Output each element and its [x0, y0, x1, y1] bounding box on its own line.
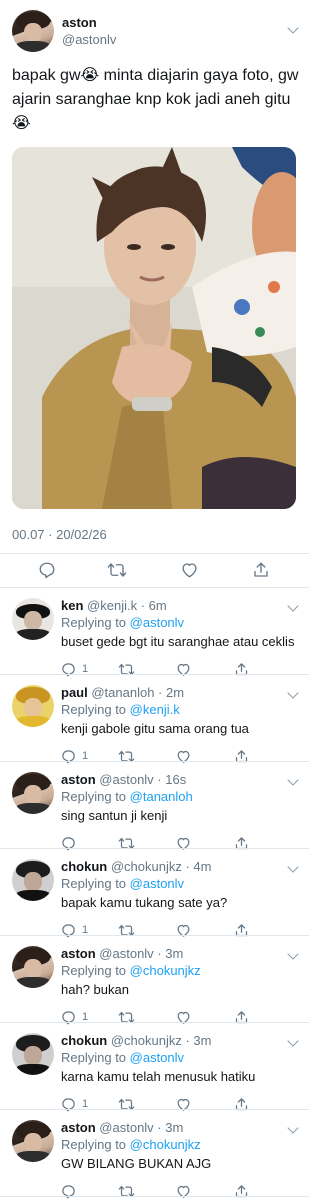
replying-to: Replying to @astonlv: [61, 615, 184, 630]
reply-tweet[interactable]: aston @astonlv · 3m Replying to @chokunj…: [0, 936, 309, 1024]
reply-tweet[interactable]: chokun @chokunjkz · 3m Replying to @asto…: [0, 1023, 309, 1111]
reply-header: aston @astonlv · 16s: [61, 772, 186, 787]
reply-handle[interactable]: @tananloh · 2m: [91, 685, 184, 700]
avatar[interactable]: [12, 1033, 54, 1075]
retweet-icon: [107, 563, 127, 577]
avatar[interactable]: [12, 946, 54, 988]
like-button[interactable]: [176, 1181, 191, 1201]
replying-to-label: Replying to: [61, 789, 130, 804]
avatar[interactable]: [12, 598, 54, 640]
reply-text: GW BILANG BUKAN AJG: [61, 1156, 212, 1171]
divider: [0, 1196, 309, 1197]
tweet-photo[interactable]: [12, 147, 296, 509]
avatar[interactable]: [12, 685, 54, 727]
mention-link[interactable]: @astonlv: [130, 876, 184, 891]
reply-author-name[interactable]: aston: [61, 946, 96, 961]
reply-tweet[interactable]: chokun @chokunjkz · 4m Replying to @asto…: [0, 849, 309, 937]
replying-to: Replying to @chokunjkz: [61, 963, 201, 978]
reply-header: chokun @chokunjkz · 4m: [61, 859, 211, 874]
replying-to: Replying to @chokunjkz: [61, 1137, 201, 1152]
mention-link[interactable]: @chokunjkz: [130, 963, 201, 978]
reply-author-name[interactable]: chokun: [61, 1033, 107, 1048]
share-icon: [254, 562, 268, 577]
reply-header: aston @astonlv · 3m: [61, 1120, 183, 1135]
replying-to: Replying to @astonlv: [61, 876, 184, 891]
chevron-down-icon[interactable]: [287, 687, 299, 699]
chevron-down-icon[interactable]: [287, 600, 299, 612]
reply-header: paul @tananloh · 2m: [61, 685, 184, 700]
reply-tweet[interactable]: aston @astonlv · 16s Replying to @tananl…: [0, 762, 309, 850]
reply-handle[interactable]: @astonlv · 3m: [99, 1120, 183, 1135]
reply-handle[interactable]: @chokunjkz · 3m: [111, 1033, 212, 1048]
avatar[interactable]: [12, 859, 54, 901]
tweet-actions: [0, 560, 309, 580]
author-name[interactable]: aston: [62, 15, 97, 30]
chevron-down-icon[interactable]: [287, 774, 299, 786]
mention-link[interactable]: @chokunjkz: [130, 1137, 201, 1152]
reply-button[interactable]: [38, 560, 56, 580]
reply-text: kenji gabole gitu sama orang tua: [61, 721, 249, 736]
chevron-down-icon[interactable]: [287, 861, 299, 873]
reply-header: ken @kenji.k · 6m: [61, 598, 167, 613]
replying-to-label: Replying to: [61, 1137, 130, 1152]
chevron-down-icon[interactable]: [287, 948, 299, 960]
reply-handle[interactable]: @astonlv · 3m: [99, 946, 183, 961]
reply-actions: [0, 1181, 309, 1201]
reply-handle[interactable]: @kenji.k · 6m: [87, 598, 167, 613]
chevron-down-icon[interactable]: [287, 1035, 299, 1047]
divider: [0, 553, 309, 554]
reply-button[interactable]: [61, 1181, 82, 1201]
author-handle[interactable]: @astonlv: [62, 32, 116, 47]
mention-link[interactable]: @astonlv: [130, 615, 184, 630]
tweet-timestamp[interactable]: 00.07 · 20/02/26: [12, 527, 107, 542]
avatar[interactable]: [12, 1120, 54, 1162]
reply-text: karna kamu telah menusuk hatiku: [61, 1069, 256, 1084]
mention-link[interactable]: @tananloh: [130, 789, 193, 804]
reply-header: chokun @chokunjkz · 3m: [61, 1033, 211, 1048]
tweet-text: bapak gw😭 minta diajarin gaya foto, gw a…: [12, 67, 299, 132]
retweet-button[interactable]: [107, 560, 127, 580]
reply-text: hah? bukan: [61, 982, 129, 997]
replying-to: Replying to @kenji.k: [61, 702, 180, 717]
reply-author-name[interactable]: aston: [61, 772, 96, 787]
like-icon: [182, 563, 197, 578]
reply-author-name[interactable]: aston: [61, 1120, 96, 1135]
reply-tweet[interactable]: ken @kenji.k · 6m Replying to @astonlv b…: [0, 588, 309, 676]
photo-image: [12, 147, 296, 509]
like-button[interactable]: [180, 560, 199, 580]
reply-text: bapak kamu tukang sate ya?: [61, 895, 228, 910]
replying-to-label: Replying to: [61, 702, 130, 717]
mention-link[interactable]: @kenji.k: [130, 702, 180, 717]
reply-icon: [39, 562, 55, 579]
mention-link[interactable]: @astonlv: [130, 1050, 184, 1065]
share-button[interactable]: [234, 1181, 249, 1201]
avatar[interactable]: [12, 10, 54, 52]
reply-tweet[interactable]: aston @astonlv · 3m Replying to @chokunj…: [0, 1110, 309, 1198]
replying-to: Replying to @tananloh: [61, 789, 193, 804]
replying-to-label: Replying to: [61, 963, 130, 978]
chevron-down-icon[interactable]: [287, 1122, 299, 1134]
replying-to-label: Replying to: [61, 615, 130, 630]
reply-author-name[interactable]: chokun: [61, 859, 107, 874]
reply-author-name[interactable]: ken: [61, 598, 83, 613]
reply-header: aston @astonlv · 3m: [61, 946, 183, 961]
chevron-down-icon[interactable]: [287, 22, 299, 34]
reply-text: buset gede bgt itu saranghae atau ceklis: [61, 634, 295, 649]
avatar[interactable]: [12, 772, 54, 814]
reply-tweet[interactable]: paul @tananloh · 2m Replying to @kenji.k…: [0, 675, 309, 763]
replying-to: Replying to @astonlv: [61, 1050, 184, 1065]
share-button[interactable]: [252, 560, 270, 580]
replying-to-label: Replying to: [61, 876, 130, 891]
reply-author-name[interactable]: paul: [61, 685, 88, 700]
reply-handle[interactable]: @chokunjkz · 4m: [111, 859, 212, 874]
reply-handle[interactable]: @astonlv · 16s: [99, 772, 186, 787]
replying-to-label: Replying to: [61, 1050, 130, 1065]
retweet-button[interactable]: [118, 1181, 135, 1201]
main-tweet: aston @astonlv bapak gw😭 minta diajarin …: [0, 0, 309, 588]
reply-text: sing santun ji kenji: [61, 808, 168, 823]
